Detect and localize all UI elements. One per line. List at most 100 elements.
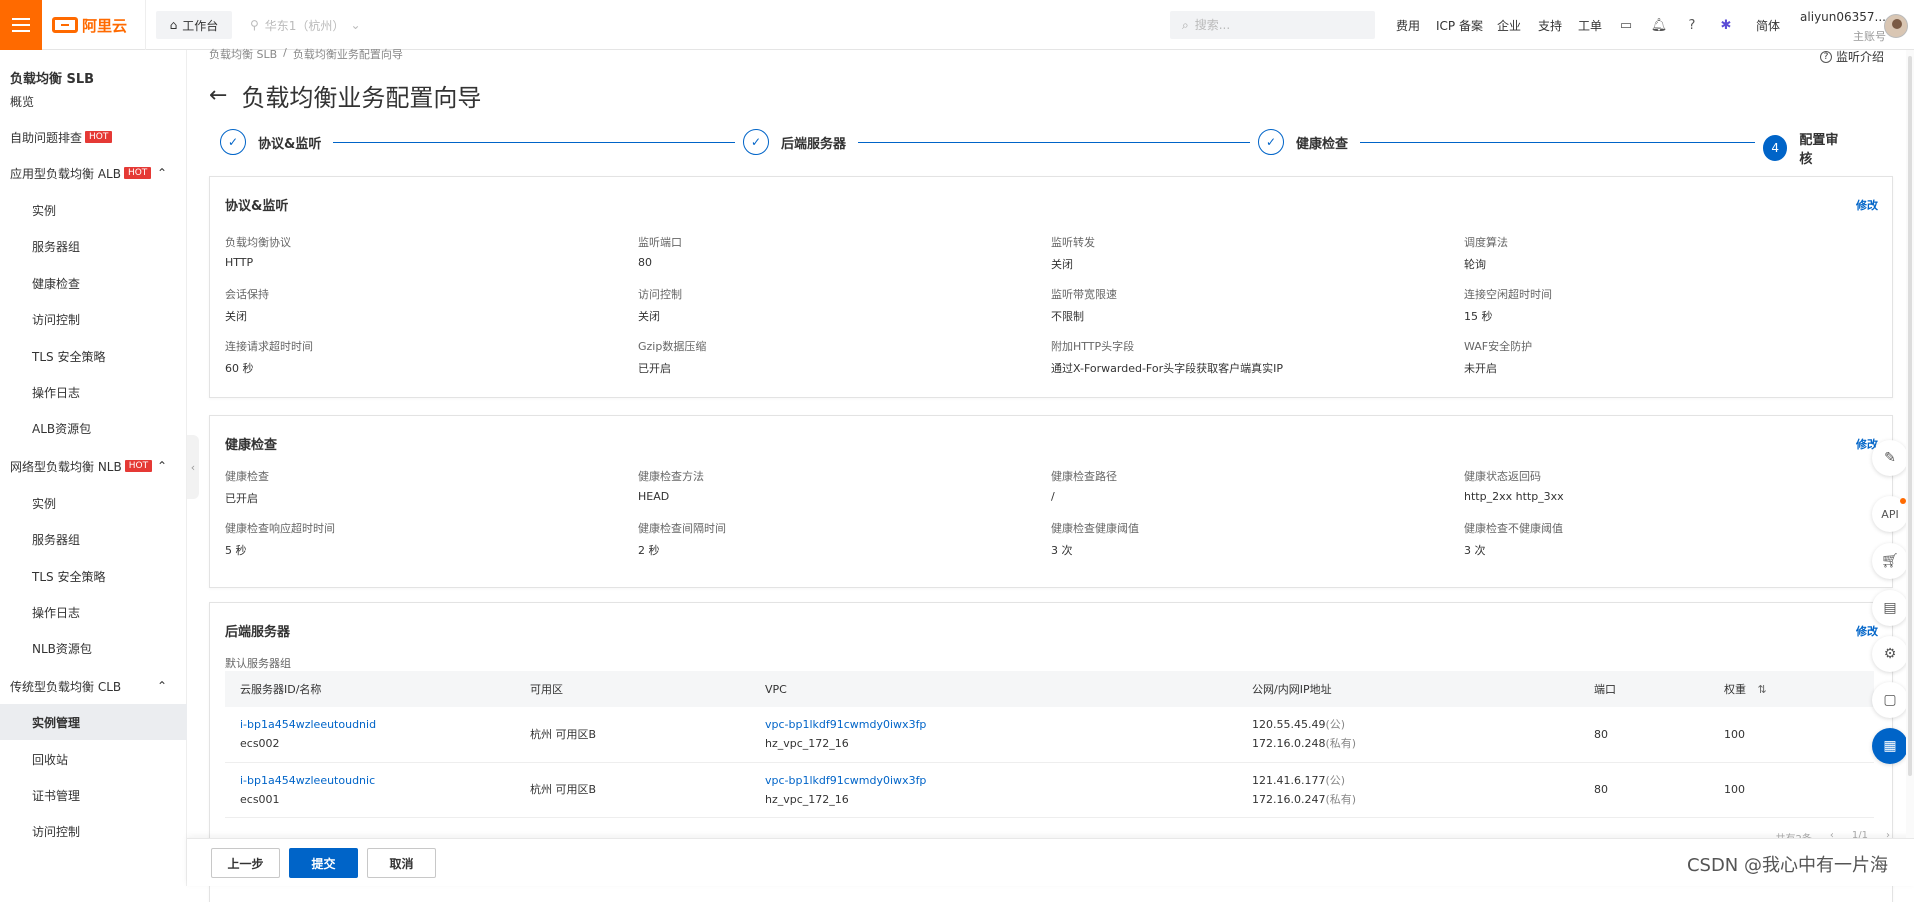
- sidebar-item[interactable]: 实例: [0, 192, 187, 228]
- ai-assistant-icon[interactable]: ✱: [1717, 16, 1735, 34]
- field-label: 健康检查响应超时时间: [225, 522, 335, 535]
- table-header-row: 云服务器ID/名称 可用区 VPC 公网/内网IP地址 端口 权重 ⇅: [225, 671, 1874, 707]
- field-label: 健康检查不健康阈值: [1464, 522, 1563, 535]
- chevron-up-icon[interactable]: ⌃: [157, 459, 171, 473]
- step-backend: ✓ 后端服务器: [735, 129, 859, 155]
- ip-cell: 120.55.45.49(公) 172.16.0.248(私有): [1237, 707, 1579, 763]
- edit-listener-link[interactable]: 修改: [1856, 197, 1878, 213]
- field-label: 健康检查方法: [638, 470, 704, 483]
- nav-ticket[interactable]: 工单: [1578, 0, 1602, 50]
- sort-icon[interactable]: ⇅: [1758, 683, 1767, 696]
- field-label: 监听端口: [638, 236, 682, 249]
- bell-icon[interactable]: 🔔︎: [1650, 16, 1668, 34]
- sidebar-item[interactable]: 访问控制: [0, 813, 187, 849]
- page-header: ← 负载均衡业务配置向导: [209, 78, 481, 113]
- settings-icon[interactable]: ⚙: [1872, 636, 1908, 672]
- document-icon[interactable]: ▤: [1872, 590, 1908, 626]
- server-cell: i-bp1a454wzleeutoudnic ecs001: [225, 762, 515, 818]
- help-link-label: 监听介绍: [1835, 50, 1884, 64]
- field-value: 关闭: [225, 310, 247, 323]
- server-id-link[interactable]: i-bp1a454wzleeutoudnid: [240, 715, 515, 734]
- config-field: 连接请求超时时间 60 秒: [225, 338, 313, 376]
- vpc-link[interactable]: vpc-bp1lkdf91cwmdy0iwx3fp: [765, 715, 1237, 734]
- config-field: WAF安全防护 未开启: [1464, 338, 1532, 376]
- chevron-up-icon[interactable]: ⌃: [157, 166, 171, 180]
- submit-button[interactable]: 提交: [289, 848, 358, 878]
- sidebar-item[interactable]: 实例管理: [0, 704, 187, 740]
- workbench-button[interactable]: ⌂ 工作台: [156, 11, 232, 39]
- hot-badge: HOT: [85, 131, 113, 143]
- listener-help-link[interactable]: ? 监听介绍: [1819, 48, 1884, 65]
- sidebar-item[interactable]: TLS 安全策略: [0, 338, 187, 374]
- step-number: 4: [1763, 135, 1788, 161]
- sidebar-item[interactable]: 自助问题排查 HOT: [0, 119, 187, 155]
- top-bar: 阿里云 ⌂ 工作台 ⚲ 华东1（杭州） ⌄ ⌕ 费用 ICP 备案 企业 支持 …: [0, 0, 1914, 50]
- sidebar-item[interactable]: NLB资源包: [0, 630, 187, 666]
- server-table: 云服务器ID/名称 可用区 VPC 公网/内网IP地址 端口 权重 ⇅ i-bp…: [225, 671, 1874, 818]
- server-id-link[interactable]: i-bp1a454wzleeutoudnic: [240, 771, 515, 790]
- sidebar-item[interactable]: 访问控制: [0, 301, 187, 337]
- nav-support[interactable]: 支持: [1538, 0, 1562, 50]
- region-label: 华东1（杭州）: [264, 18, 345, 33]
- breadcrumb: 负载均衡 SLB / 负载均衡业务配置向导: [209, 46, 403, 62]
- edit-feedback-icon[interactable]: ✎: [1872, 440, 1908, 476]
- sidebar-item[interactable]: TLS 安全策略: [0, 558, 187, 594]
- column-header: 云服务器ID/名称: [225, 671, 515, 707]
- sidebar-item-label: 应用型负载均衡 ALB: [10, 166, 121, 181]
- field-label: 监听转发: [1051, 236, 1095, 249]
- field-value: http_2xx http_3xx: [1464, 490, 1564, 503]
- port-cell: 80: [1579, 762, 1709, 818]
- weight-cell: 100: [1709, 762, 1874, 818]
- edit-backend-link[interactable]: 修改: [1856, 623, 1878, 639]
- prev-step-button[interactable]: 上一步: [211, 848, 280, 878]
- field-value: 15 秒: [1464, 310, 1493, 323]
- weight-column-header[interactable]: 权重 ⇅: [1709, 671, 1874, 707]
- help-icon[interactable]: ?: [1683, 16, 1701, 34]
- sidebar-item[interactable]: 证书管理: [0, 777, 187, 813]
- sidebar-item[interactable]: 传统型负载均衡 CLB ⌃: [0, 668, 187, 704]
- region-selector[interactable]: ⚲ 华东1（杭州） ⌄: [250, 11, 361, 39]
- scrollbar-thumb[interactable]: [1908, 56, 1912, 776]
- hamburger-menu-button[interactable]: [0, 0, 42, 50]
- field-value: 5 秒: [225, 544, 247, 557]
- chevron-up-icon[interactable]: ⌃: [157, 679, 171, 693]
- global-search[interactable]: ⌕: [1170, 11, 1375, 39]
- chat-icon[interactable]: ▢: [1872, 682, 1908, 718]
- wizard-steps: ✓ 协议&监听 ✓ 后端服务器 ✓ 健康检查 4 配置审核: [220, 129, 1860, 167]
- sidebar-item[interactable]: 操作日志: [0, 594, 187, 630]
- sidebar-item[interactable]: 回收站: [0, 741, 187, 777]
- sidebar-item[interactable]: 实例: [0, 485, 187, 521]
- vpc-link[interactable]: vpc-bp1lkdf91cwmdy0iwx3fp: [765, 771, 1237, 790]
- cart-icon[interactable]: 🛒︎: [1872, 543, 1908, 579]
- sidebar-item-label: ALB资源包: [32, 421, 92, 436]
- cancel-button[interactable]: 取消: [367, 848, 436, 878]
- sidebar-item[interactable]: 概览: [0, 83, 187, 119]
- aliyun-logo[interactable]: 阿里云: [52, 14, 127, 36]
- nav-fees[interactable]: 费用: [1396, 0, 1420, 50]
- sidebar-item[interactable]: ALB资源包: [0, 410, 187, 446]
- language-switch[interactable]: 简体: [1756, 0, 1780, 50]
- sidebar-item[interactable]: 健康检查: [0, 265, 187, 301]
- sidebar-item[interactable]: 服务器组: [0, 228, 187, 264]
- field-label: 健康检查健康阈值: [1051, 522, 1139, 535]
- nav-icp[interactable]: ICP 备案: [1436, 0, 1483, 50]
- back-arrow-icon[interactable]: ←: [209, 83, 227, 108]
- terminal-icon[interactable]: ▭: [1617, 16, 1635, 34]
- sidebar-item-label: 健康检查: [32, 276, 81, 291]
- nav-enterprise[interactable]: 企业: [1497, 0, 1521, 50]
- sidebar-item[interactable]: 操作日志: [0, 374, 187, 410]
- avatar[interactable]: [1884, 14, 1908, 38]
- field-value: 已开启: [225, 492, 258, 505]
- user-account[interactable]: aliyun06357... 主账号: [1796, 10, 1886, 44]
- column-header: VPC: [750, 671, 1237, 707]
- apps-icon[interactable]: ▦: [1872, 728, 1908, 764]
- api-icon[interactable]: API: [1872, 496, 1908, 532]
- field-value: 3 次: [1464, 544, 1486, 557]
- field-label: 监听带宽限速: [1051, 288, 1117, 301]
- sidebar-item[interactable]: 网络型负载均衡 NLB HOT ⌃: [0, 448, 187, 484]
- breadcrumb-slb[interactable]: 负载均衡 SLB: [209, 46, 277, 62]
- sidebar-item[interactable]: 应用型负载均衡 ALB HOT ⌃: [0, 155, 187, 191]
- sidebar-item[interactable]: 服务器组: [0, 521, 187, 557]
- search-input[interactable]: [1194, 18, 1355, 32]
- config-field: 健康检查方法 HEAD: [638, 468, 704, 503]
